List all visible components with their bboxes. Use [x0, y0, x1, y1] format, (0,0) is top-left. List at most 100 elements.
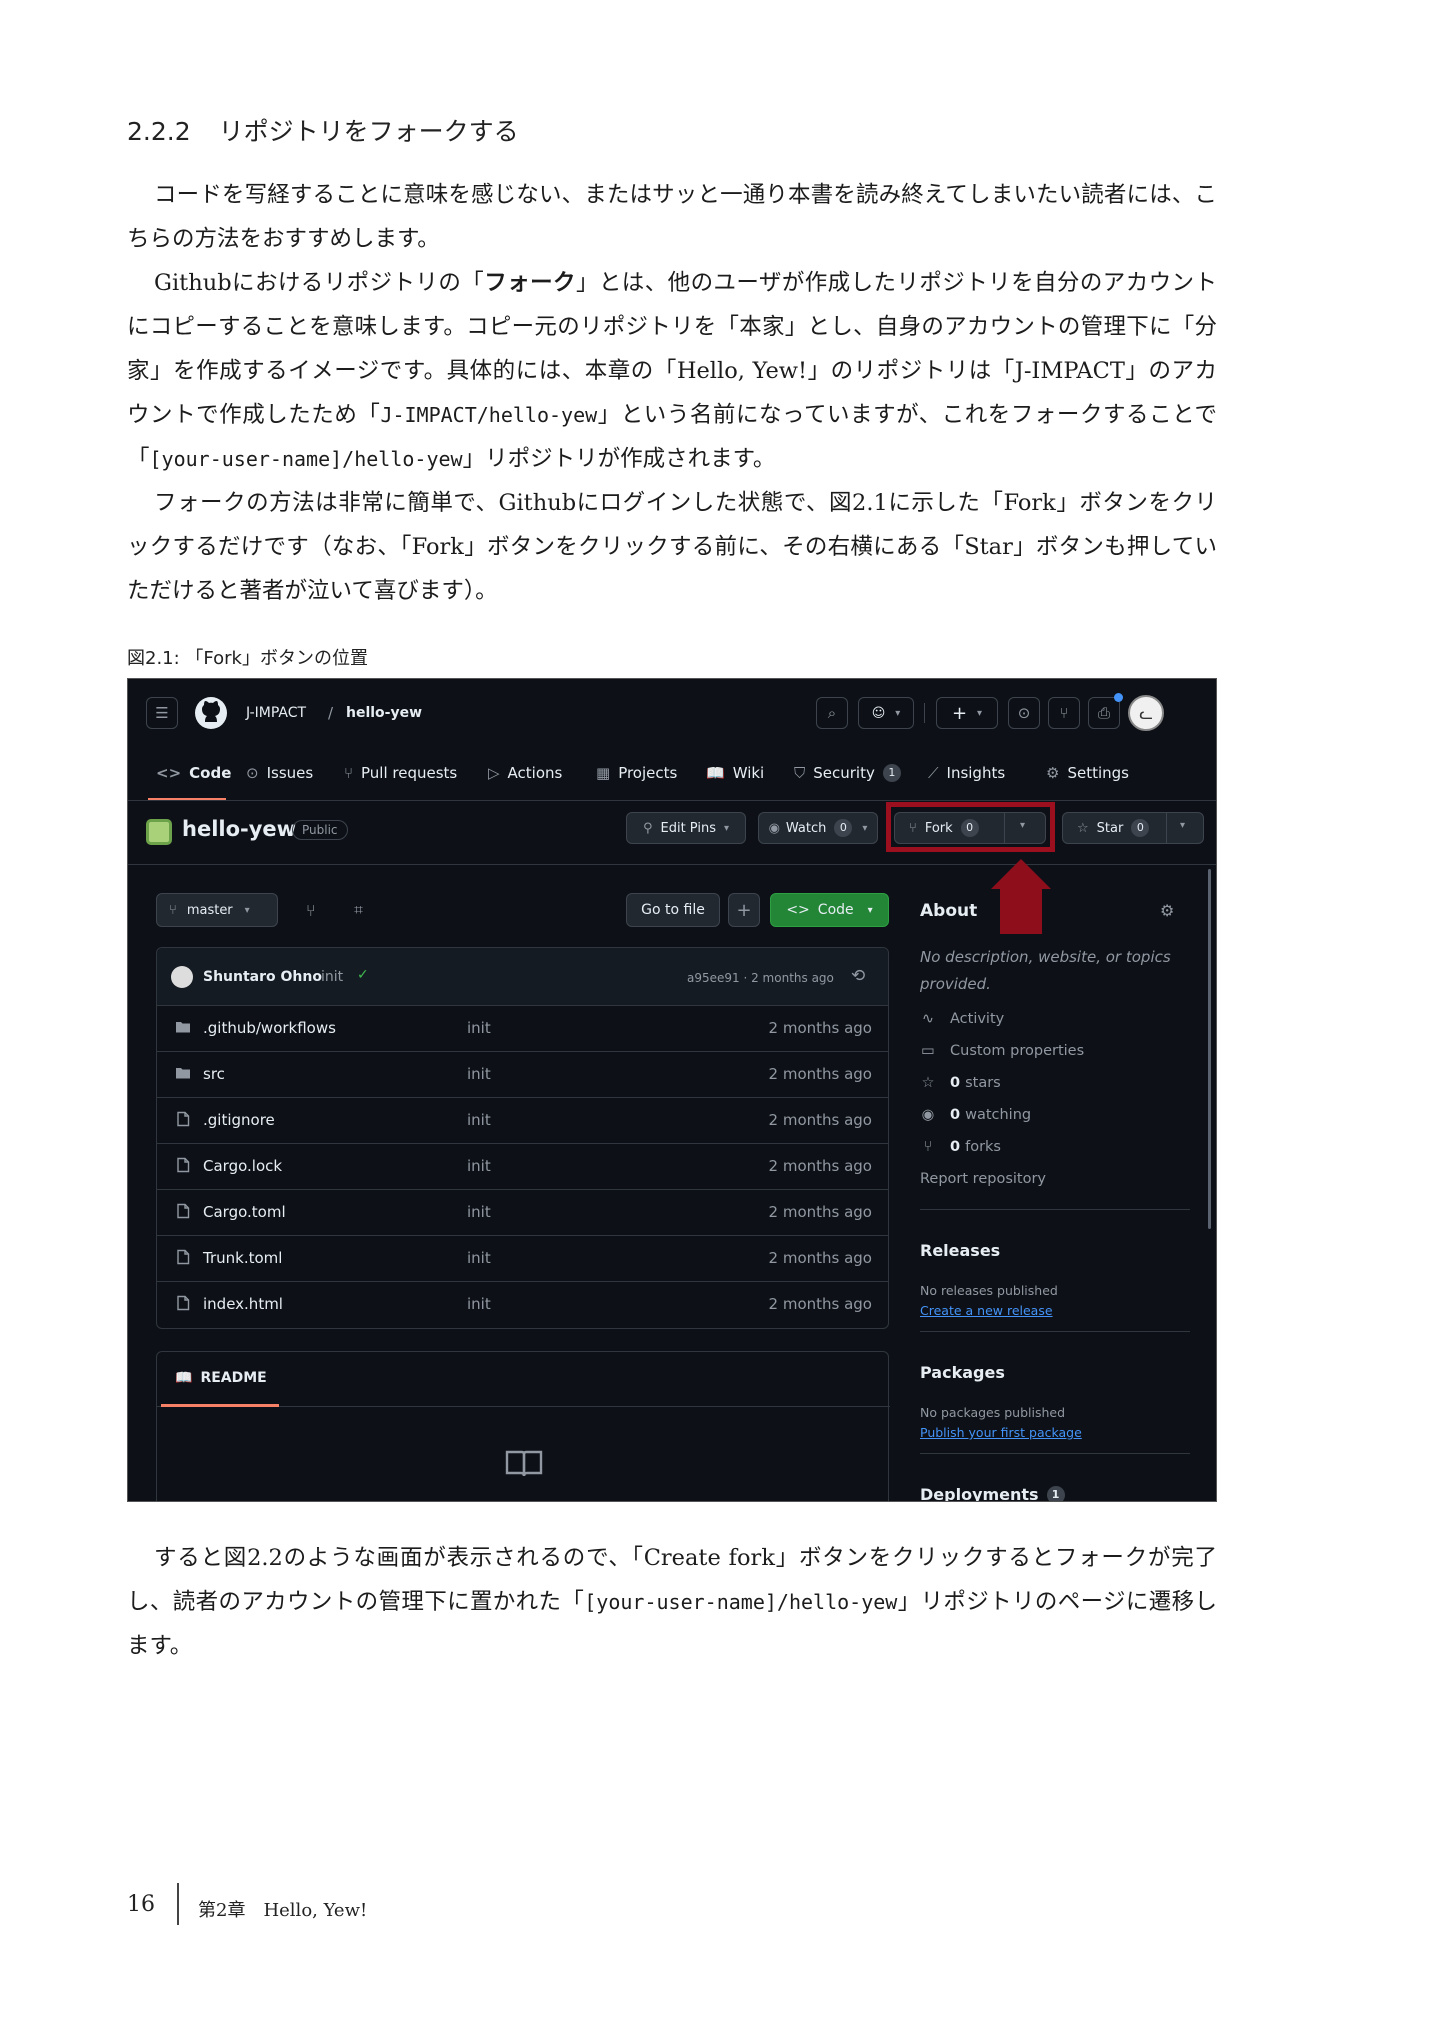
check-icon: ✓ — [357, 967, 369, 983]
create-new-button[interactable]: + ▾ — [936, 697, 998, 729]
book-icon: 📖 — [706, 764, 725, 782]
shield-icon: ⛉ — [794, 764, 806, 782]
selected-tab-underline — [148, 798, 226, 800]
report-repository-link[interactable]: Report repository — [920, 1171, 1046, 1187]
tab-projects[interactable]: ▦ Projects — [596, 764, 677, 782]
sidebar-divider — [920, 1331, 1190, 1332]
tab-settings[interactable]: ⚙ Settings — [1046, 764, 1129, 782]
paragraph-4: すると図2.2のような画面が表示されるので、「Create fork」ボタンをク… — [127, 1545, 1217, 1659]
file-name[interactable]: Trunk.toml — [203, 1249, 282, 1267]
file-row[interactable]: .github/workflows init 2 months ago — [157, 1006, 888, 1052]
commit-author[interactable]: Shuntaro Ohno — [203, 969, 322, 985]
history-icon[interactable]: ⟲ — [851, 966, 865, 986]
file-icon — [175, 1157, 191, 1173]
file-row[interactable]: Cargo.toml init 2 months ago — [157, 1190, 888, 1236]
custom-properties-link[interactable]: ▭ Custom properties — [920, 1043, 1084, 1059]
file-commit-message[interactable]: init — [467, 1203, 491, 1221]
inbox-icon[interactable]: ⎙ — [1088, 697, 1120, 729]
code-button[interactable]: <> Code ▾ — [770, 893, 889, 927]
file-commit-age: 2 months ago — [768, 1111, 872, 1129]
figure-caption: 図2.1: 「Fork」ボタンの位置 — [127, 648, 368, 669]
eye-icon: ◉ — [768, 820, 780, 836]
fork-icon: ⑂ — [923, 1139, 933, 1155]
tab-actions[interactable]: ▷ Actions — [488, 764, 562, 782]
paragraph-1: コードを写経することに意味を感じない、またはサッと一通り本書を読み終えてしまいた… — [127, 182, 1217, 252]
releases-note: No releases published — [920, 1283, 1058, 1298]
note-icon: ▭ — [921, 1043, 935, 1059]
file-name[interactable]: Cargo.toml — [203, 1203, 286, 1221]
copilot-button[interactable]: ☺ ▾ — [858, 697, 914, 729]
file-row[interactable]: Trunk.toml init 2 months ago — [157, 1236, 888, 1282]
file-row[interactable]: index.html init 2 months ago — [157, 1282, 888, 1328]
folder-icon — [175, 1065, 191, 1081]
go-to-file-button[interactable]: Go to file — [626, 893, 720, 927]
packages-title[interactable]: Packages — [920, 1363, 1005, 1382]
publish-package-link[interactable]: Publish your first package — [920, 1425, 1082, 1440]
file-commit-message[interactable]: init — [467, 1111, 491, 1129]
search-icon[interactable]: ⌕ — [816, 697, 848, 729]
file-name[interactable]: .github/workflows — [203, 1019, 336, 1037]
file-name[interactable]: src — [203, 1065, 225, 1083]
tab-security[interactable]: ⛉ Security 1 — [794, 764, 901, 782]
activity-link[interactable]: ∿ Activity — [920, 1011, 1004, 1027]
repo-owner-link[interactable]: J-IMPACT — [246, 705, 306, 721]
tab-wiki[interactable]: 📖 Wiki — [706, 764, 764, 782]
file-browser: Shuntaro Ohno init ✓ a95ee91 · 2 months … — [156, 947, 889, 1329]
add-file-button[interactable]: + — [728, 893, 760, 927]
star-dropdown-chevron-icon[interactable]: ▾ — [1180, 820, 1185, 831]
file-commit-message[interactable]: init — [467, 1157, 491, 1175]
tab-pull-requests[interactable]: ⑂ Pull requests — [344, 764, 457, 782]
watching-link[interactable]: ◉ 0 watching — [920, 1107, 1031, 1123]
issue-icon: ⊙ — [246, 764, 259, 782]
section-heading: 2.2.2 リポジトリをフォークする — [127, 112, 519, 148]
pulse-icon: ∿ — [921, 1011, 935, 1027]
paragraph-3: フォークの方法は非常に簡単で、Githubにログインした状態で、図2.1に示した… — [127, 490, 1217, 604]
watch-button[interactable]: ◉ Watch 0 ▾ — [758, 812, 878, 844]
github-logo-icon[interactable] — [194, 696, 228, 730]
tag-icon[interactable]: ⌗ — [354, 900, 363, 920]
page-number: 16 — [127, 1892, 155, 1917]
pull-request-icon: ⑂ — [344, 764, 354, 782]
file-commit-message[interactable]: init — [467, 1249, 491, 1267]
sidebar-divider — [920, 1209, 1190, 1210]
file-name[interactable]: Cargo.lock — [203, 1157, 282, 1175]
repo-title: hello-yew — [182, 817, 297, 841]
tab-issues[interactable]: ⊙ Issues — [246, 764, 313, 782]
code-icon: <> — [156, 764, 182, 782]
repo-name-link[interactable]: hello-yew — [346, 705, 422, 721]
commit-meta[interactable]: a95ee91 · 2 months ago — [687, 971, 834, 985]
releases-title[interactable]: Releases — [920, 1241, 1000, 1260]
file-commit-message[interactable]: init — [467, 1019, 491, 1037]
file-row[interactable]: Cargo.lock init 2 months ago — [157, 1144, 888, 1190]
menu-icon[interactable]: ☰ — [146, 697, 178, 729]
file-row[interactable]: .gitignore init 2 months ago — [157, 1098, 888, 1144]
tab-insights[interactable]: ⟋ Insights — [928, 764, 1005, 782]
file-commit-message[interactable]: init — [467, 1065, 491, 1083]
edit-pins-button[interactable]: ⚲ Edit Pins ▾ — [626, 812, 746, 844]
paragraph-2: Githubにおけるリポジトリの「フォーク」とは、他のユーザが作成したリポジトリ… — [127, 270, 1217, 472]
scrollbar[interactable] — [1208, 869, 1211, 1229]
readme-tab[interactable]: 📖 README — [175, 1370, 267, 1386]
create-release-link[interactable]: Create a new release — [920, 1303, 1053, 1318]
stars-link[interactable]: ☆ 0 stars — [920, 1075, 1001, 1091]
sidebar-divider — [920, 1453, 1190, 1454]
deployments-title[interactable]: Deployments 1 — [920, 1485, 1065, 1501]
tab-code[interactable]: <> Code — [156, 764, 231, 782]
file-row[interactable]: src init 2 months ago — [157, 1052, 888, 1098]
issues-icon[interactable]: ⊙ — [1008, 697, 1040, 729]
file-commit-message[interactable]: init — [467, 1295, 491, 1313]
branch-selector[interactable]: ⑂ master ▾ — [156, 893, 278, 927]
table-icon: ▦ — [596, 764, 611, 782]
file-name[interactable]: index.html — [203, 1295, 283, 1313]
forks-link[interactable]: ⑂ 0 forks — [920, 1139, 1001, 1155]
pull-requests-icon[interactable]: ⑂ — [1048, 697, 1080, 729]
eye-icon: ◉ — [921, 1107, 935, 1123]
about-settings-gear-icon[interactable]: ⚙ — [1160, 901, 1174, 920]
commit-author-avatar[interactable] — [171, 966, 193, 988]
commit-message[interactable]: init — [321, 969, 343, 985]
branch-icon: ⑂ — [169, 902, 177, 918]
branches-icon[interactable]: ⑂ — [306, 901, 316, 920]
avatar[interactable]: ᓚ — [1128, 695, 1164, 731]
book-icon — [505, 1450, 543, 1477]
file-name[interactable]: .gitignore — [203, 1111, 275, 1129]
